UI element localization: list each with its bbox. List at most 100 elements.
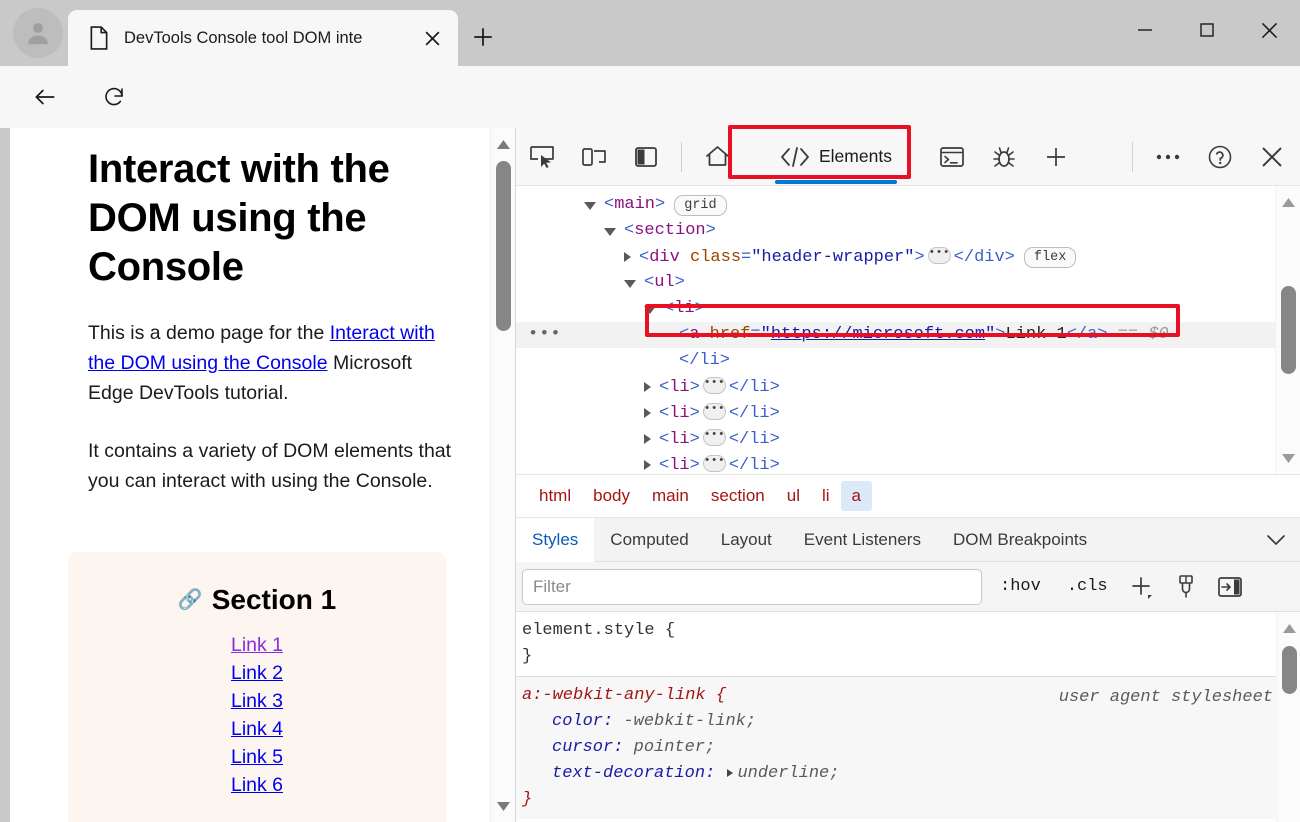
browser-tab[interactable]: DevTools Console tool DOM inte — [68, 10, 458, 66]
styles-rules[interactable]: element.style {}a:-webkit-any-link {user… — [516, 612, 1300, 822]
breadcrumb-item-html[interactable]: html — [528, 481, 582, 511]
breadcrumb-item-ul[interactable]: ul — [776, 481, 811, 511]
expand-children-ellipsis-icon[interactable] — [703, 403, 726, 420]
expand-children-ellipsis-icon[interactable] — [703, 377, 726, 394]
expand-triangle-icon[interactable] — [727, 769, 733, 777]
dom-node-row[interactable]: <ul> — [516, 270, 1300, 296]
tab-console[interactable] — [929, 135, 975, 179]
dock-side-button[interactable] — [623, 135, 669, 179]
computed-sidebar-toggle[interactable] — [1212, 570, 1248, 604]
devtools-close-button[interactable] — [1249, 135, 1295, 179]
tab-elements[interactable]: Elements — [771, 135, 901, 179]
expand-triangle-icon[interactable] — [644, 408, 651, 418]
expand-children-ellipsis-icon[interactable] — [703, 455, 726, 472]
tab-close-button[interactable] — [418, 24, 446, 52]
dom-node-row[interactable]: <main>grid — [516, 192, 1300, 218]
back-button[interactable] — [24, 76, 66, 118]
css-declaration[interactable]: cursor: pointer; — [522, 735, 1300, 761]
section-link-5[interactable]: Link 5 — [231, 746, 283, 768]
section-link-6[interactable]: Link 6 — [231, 774, 283, 796]
section-link-4[interactable]: Link 4 — [231, 718, 283, 740]
layout-badge-grid[interactable]: grid — [674, 195, 726, 216]
device-emulation-button[interactable] — [571, 135, 617, 179]
section-link-1[interactable]: Link 1 — [231, 634, 283, 656]
page-vertical-scrollbar[interactable] — [490, 128, 515, 822]
layout-badge-flex[interactable]: flex — [1024, 247, 1076, 268]
scrollbar-thumb[interactable] — [496, 161, 511, 331]
breadcrumb-item-a[interactable]: a — [841, 481, 872, 511]
css-declaration[interactable]: text-decoration: underline; — [522, 761, 1300, 787]
row-overflow-dots[interactable]: ••• — [528, 322, 562, 348]
maximize-button[interactable] — [1176, 0, 1238, 60]
dom-node-row[interactable]: <section> — [516, 218, 1300, 244]
scrollbar-thumb[interactable] — [1281, 286, 1296, 374]
breadcrumb-item-section[interactable]: section — [700, 481, 776, 511]
tab-sources[interactable] — [981, 135, 1027, 179]
section-link-2[interactable]: Link 2 — [231, 662, 283, 684]
css-rule-selector[interactable]: element.style { — [522, 618, 1300, 644]
scroll-up-arrow-icon[interactable] — [1277, 616, 1300, 640]
expand-triangle-icon[interactable] — [644, 434, 651, 444]
breadcrumb-item-li[interactable]: li — [811, 481, 841, 511]
section-link-3[interactable]: Link 3 — [231, 690, 283, 712]
more-tools-button[interactable] — [1033, 135, 1079, 179]
breadcrumb-item-body[interactable]: body — [582, 481, 641, 511]
devtools-help-button[interactable] — [1197, 135, 1243, 179]
collapse-triangle-icon[interactable] — [644, 306, 656, 314]
breadcrumb[interactable]: htmlbodymainsectionullia — [516, 474, 1300, 518]
styles-tabs-overflow-button[interactable] — [1265, 529, 1287, 551]
collapse-triangle-icon[interactable] — [604, 228, 616, 236]
scroll-up-arrow-icon[interactable] — [1276, 190, 1300, 214]
minimize-button[interactable] — [1114, 0, 1176, 60]
link-anchor-icon[interactable]: 🔗 — [178, 589, 203, 611]
scroll-down-arrow-icon[interactable] — [491, 794, 516, 818]
css-property[interactable]: color: — [552, 712, 623, 731]
expand-triangle-icon[interactable] — [644, 382, 651, 392]
styles-vertical-scrollbar[interactable] — [1276, 612, 1300, 822]
css-property[interactable]: text-decoration: — [552, 764, 725, 783]
css-value[interactable]: underline; — [737, 764, 839, 783]
window-close-button[interactable] — [1238, 0, 1300, 60]
dom-node-row[interactable]: <div class="header-wrapper"></div>flex — [516, 244, 1300, 270]
styles-filter-input[interactable] — [522, 569, 982, 605]
css-property[interactable]: cursor: — [552, 738, 634, 757]
dom-node-row[interactable]: <li></li> — [516, 426, 1300, 452]
expand-children-ellipsis-icon[interactable] — [928, 247, 951, 264]
dom-node-row[interactable]: <li></li> — [516, 374, 1300, 400]
css-rule-block[interactable]: element.style {} — [516, 612, 1300, 676]
tab-event-listeners[interactable]: Event Listeners — [788, 518, 937, 562]
profile-avatar-button[interactable] — [13, 8, 63, 58]
new-tab-button[interactable] — [462, 16, 504, 58]
devtools-more-button[interactable] — [1145, 135, 1191, 179]
element-classes-button[interactable] — [1168, 570, 1204, 604]
scroll-up-arrow-icon[interactable] — [491, 132, 516, 156]
css-value[interactable]: pointer; — [634, 738, 716, 757]
dom-node-row[interactable]: </li> — [516, 348, 1300, 374]
inspect-element-button[interactable] — [519, 135, 565, 179]
styles-pane-tabs[interactable]: StylesComputedLayoutEvent ListenersDOM B… — [516, 518, 1300, 562]
reload-button[interactable] — [93, 76, 135, 118]
collapse-triangle-icon[interactable] — [624, 280, 636, 288]
scrollbar-thumb[interactable] — [1282, 646, 1297, 694]
devtools-home-button[interactable] — [694, 135, 740, 179]
expand-triangle-icon[interactable] — [624, 252, 631, 262]
tab-styles[interactable]: Styles — [516, 518, 594, 562]
cls-toggle-button[interactable]: .cls — [1059, 573, 1116, 600]
expand-triangle-icon[interactable] — [644, 460, 651, 470]
dom-tree-vertical-scrollbar[interactable] — [1275, 186, 1300, 474]
breadcrumb-item-main[interactable]: main — [641, 481, 700, 511]
new-style-rule-button[interactable] — [1124, 570, 1160, 604]
dom-node-row[interactable]: <li> — [516, 296, 1300, 322]
tab-dom-breakpoints[interactable]: DOM Breakpoints — [937, 518, 1103, 562]
dom-node-row[interactable]: <li></li> — [516, 400, 1300, 426]
hov-toggle-button[interactable]: :hov — [992, 573, 1049, 600]
dom-tree[interactable]: <main>grid<section><div class="header-wr… — [516, 186, 1300, 474]
tab-computed[interactable]: Computed — [594, 518, 704, 562]
css-rule-block[interactable]: a:-webkit-any-link {user agent styleshee… — [516, 676, 1300, 819]
dom-node-row[interactable]: <li></li> — [516, 452, 1300, 474]
dom-node-row-selected[interactable]: •••<a href="https://microsoft.com">Link … — [516, 322, 1300, 348]
collapse-triangle-icon[interactable] — [584, 202, 596, 210]
expand-children-ellipsis-icon[interactable] — [703, 429, 726, 446]
tab-layout[interactable]: Layout — [705, 518, 788, 562]
css-declaration[interactable]: color: -webkit-link; — [522, 709, 1300, 735]
